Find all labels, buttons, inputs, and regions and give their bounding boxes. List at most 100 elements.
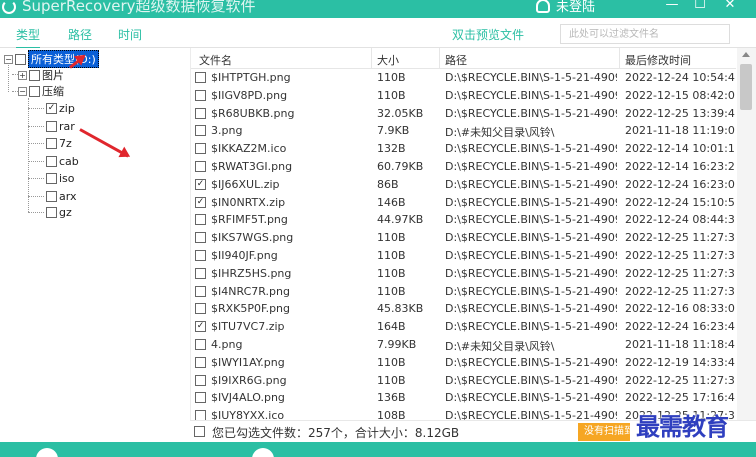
tree-node-arx[interactable]: arx (46, 188, 76, 204)
file-name-cell: $I4NRC7R.png (211, 284, 290, 298)
tab-type[interactable]: 类型 (16, 26, 41, 49)
file-modified-cell: 2022-12-24 10:54:49 (625, 71, 735, 84)
column-header-size[interactable]: 大小 (377, 52, 399, 68)
row-checkbox[interactable] (195, 214, 206, 226)
title-bar: SuperRecovery超级数据恢复软件 未登陆 — ☐ ✕ (0, 0, 756, 18)
table-row[interactable]: $RFIMF5T.png 44.97KB D:\$RECYCLE.BIN\S-1-5… (191, 211, 736, 229)
row-checkbox[interactable] (195, 161, 206, 172)
tree-node-zip[interactable]: ✓ zip (46, 100, 75, 116)
tree-checkbox-arx[interactable] (46, 190, 57, 202)
tree-label-iso[interactable]: iso (59, 172, 75, 185)
recover-button[interactable]: 没有扫描到 (578, 423, 630, 441)
table-row[interactable]: $II940JF.png 110B D:\$RECYCLE.BIN\S-1-5-21… (191, 247, 736, 265)
minimize-button[interactable]: — (662, 0, 682, 15)
scrollbar-thumb[interactable] (740, 64, 752, 110)
table-row[interactable]: $RWAT3GI.png 60.79KB D:\$RECYCLE.BIN\S-1-5… (191, 158, 736, 176)
table-row[interactable]: ✓ $ITU7VC7.zip 164B D:\$RECYCLE.BIN\S-1-5-2… (191, 318, 736, 336)
tree-label-gz[interactable]: gz (59, 206, 72, 219)
row-checkbox[interactable] (195, 392, 206, 404)
table-row[interactable]: $IHTPTGH.png 110B D:\$RECYCLE.BIN\S-1-5-21… (191, 69, 736, 87)
tree-checkbox-7z[interactable] (46, 137, 57, 149)
tab-path[interactable]: 路径 (68, 26, 92, 43)
table-row[interactable]: $RXK5P0F.png 45.83KB D:\$RECYCLE.BIN\S-1-5… (191, 300, 736, 318)
tree-node-gz[interactable]: gz (46, 204, 72, 220)
file-size-cell: 110B (377, 88, 406, 102)
row-checkbox[interactable] (195, 303, 206, 315)
row-checkbox[interactable] (195, 143, 206, 155)
file-path-cell: D:\$RECYCLE.BIN\S-1-5-21-4909... (445, 71, 617, 84)
tree-node-images[interactable]: + 图片 (18, 67, 64, 83)
tree-node-archives[interactable]: − 压缩 (18, 83, 64, 99)
column-header-modified[interactable]: 最后修改时间 (625, 52, 691, 68)
tree-label-rar[interactable]: rar (59, 120, 75, 133)
row-checkbox[interactable]: ✓ (195, 321, 206, 333)
file-modified-cell: 2022-12-14 16:23:23 (625, 160, 735, 173)
column-header-name[interactable]: 文件名 (199, 52, 232, 68)
file-size-cell: 132B (377, 142, 406, 156)
tree-checkbox-all[interactable] (15, 53, 26, 65)
table-row[interactable]: 3.png 7.9KB D:\#未知父目录\风铃\ 2021-11-18 11:19:… (191, 122, 736, 140)
row-checkbox[interactable] (195, 250, 206, 261)
collapse-icon[interactable]: − (18, 86, 27, 96)
row-checkbox[interactable] (195, 410, 206, 420)
maximize-button[interactable]: ☐ (690, 0, 710, 15)
file-name-cell: $IIGV8PD.png (211, 88, 288, 102)
username-label[interactable]: 未登陆 (556, 0, 595, 15)
table-row[interactable]: $IVJ4ALO.png 136B D:\$RECYCLE.BIN\S-1-5-21… (191, 389, 736, 407)
expand-icon[interactable]: + (18, 70, 27, 80)
tree-checkbox-images[interactable] (29, 69, 40, 81)
tree-checkbox-zip[interactable]: ✓ (46, 102, 57, 114)
select-all-checkbox[interactable] (194, 426, 205, 437)
tree-label-archives[interactable]: 压缩 (42, 83, 64, 99)
file-size-cell: 7.9KB (377, 124, 410, 138)
tree-node-iso[interactable]: iso (46, 170, 75, 186)
vertical-scrollbar[interactable] (737, 48, 756, 420)
row-checkbox[interactable] (195, 374, 206, 386)
row-checkbox[interactable] (195, 356, 206, 368)
table-row[interactable]: $IKKAZ2M.ico 132B D:\$RECYCLE.BIN\S-1-5-21… (191, 140, 736, 158)
table-row[interactable]: $I4NRC7R.png 110B D:\$RECYCLE.BIN\S-1-5-21… (191, 283, 736, 301)
tree-node-rar[interactable]: rar (46, 118, 75, 134)
table-row[interactable]: $IHRZ5HS.png 110B D:\$RECYCLE.BIN\S-1-5-21… (191, 265, 736, 283)
scroll-up-icon[interactable] (742, 52, 750, 57)
row-checkbox[interactable] (195, 232, 206, 244)
row-checkbox[interactable] (195, 72, 206, 83)
tree-checkbox-gz[interactable] (46, 206, 57, 218)
tree-label-arx[interactable]: arx (59, 190, 76, 203)
toolbar-circle-icon[interactable] (252, 448, 274, 457)
table-row[interactable]: $IIGV8PD.png 110B D:\$RECYCLE.BIN\S-1-5-21… (191, 87, 736, 105)
tree-node-7z[interactable]: 7z (46, 135, 72, 151)
row-checkbox[interactable]: ✓ (195, 196, 206, 208)
row-checkbox[interactable] (195, 107, 206, 119)
tab-time[interactable]: 时间 (118, 26, 142, 43)
row-checkbox[interactable] (195, 267, 206, 279)
file-name-cell: $RXK5P0F.png (211, 302, 291, 316)
row-checkbox[interactable]: ✓ (195, 178, 206, 190)
tree-checkbox-cab[interactable] (46, 155, 57, 167)
tree-checkbox-rar[interactable] (46, 120, 57, 132)
collapse-icon[interactable]: − (4, 54, 13, 64)
tree-checkbox-iso[interactable] (46, 172, 57, 184)
toolbar-circle-icon[interactable] (36, 448, 58, 457)
tree-label-images[interactable]: 图片 (42, 67, 64, 83)
table-row[interactable]: ✓ $IN0NRTX.zip 146B D:\$RECYCLE.BIN\S-1-5-2… (191, 194, 736, 212)
close-button[interactable]: ✕ (720, 0, 740, 15)
tree-label-7z[interactable]: 7z (59, 137, 72, 150)
tree-checkbox-archives[interactable] (29, 85, 40, 97)
tree-node-cab[interactable]: cab (46, 153, 79, 169)
table-row[interactable]: $IKS7WGS.png 110B D:\$RECYCLE.BIN\S-1-5-21… (191, 229, 736, 247)
table-row[interactable]: 4.png 7.99KB D:\#未知父目录\风铃\ 2021-11-18 11:18… (191, 336, 736, 354)
row-checkbox[interactable] (195, 89, 206, 101)
tree-label-zip[interactable]: zip (59, 102, 75, 115)
user-login[interactable]: 未登陆 (536, 0, 595, 15)
row-checkbox[interactable] (195, 125, 206, 137)
row-checkbox[interactable] (195, 339, 206, 350)
table-row[interactable]: $I9IXR6G.png 110B D:\$RECYCLE.BIN\S-1-5-21… (191, 372, 736, 390)
column-header-path[interactable]: 路径 (445, 52, 467, 68)
tree-label-cab[interactable]: cab (59, 155, 79, 168)
filename-filter-input[interactable] (560, 24, 730, 44)
row-checkbox[interactable] (195, 285, 206, 297)
table-row[interactable]: ✓ $IJ66XUL.zip 86B D:\$RECYCLE.BIN\S-1-5-21… (191, 176, 736, 194)
table-row[interactable]: $IWYI1AY.png 110B D:\$RECYCLE.BIN\S-1-5-21… (191, 354, 736, 372)
table-row[interactable]: $R68UBKB.png 32.05KB D:\$RECYCLE.BIN\S-1-5… (191, 105, 736, 123)
